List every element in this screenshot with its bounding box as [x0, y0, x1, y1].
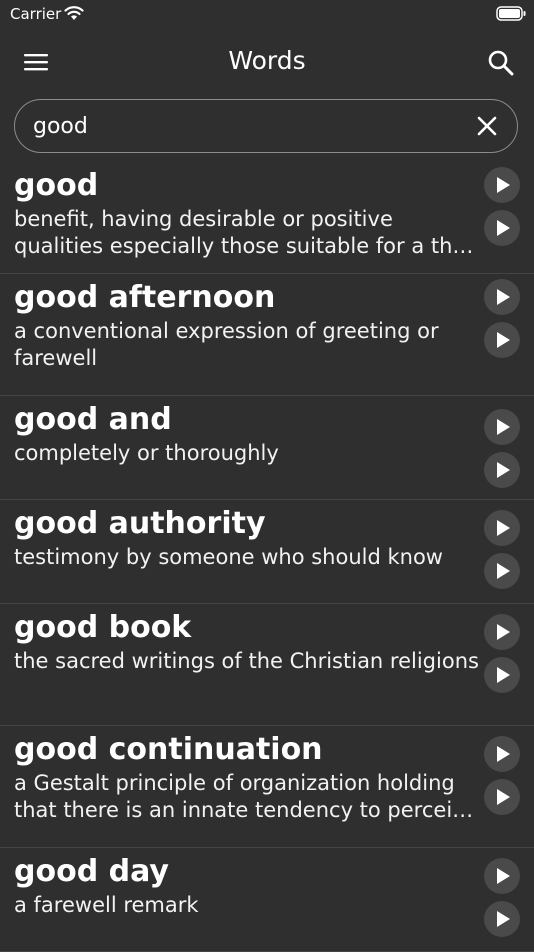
search-button[interactable] — [486, 48, 516, 78]
play-icon — [497, 177, 510, 193]
wifi-icon — [64, 5, 84, 25]
entry-word: good and — [14, 402, 172, 437]
entry-definition: completely or thoroughly — [14, 441, 279, 465]
search-icon — [488, 50, 514, 76]
battery-icon — [496, 6, 526, 26]
entry-word: good book — [14, 610, 192, 645]
play-definition-button[interactable] — [484, 779, 520, 815]
menu-button[interactable] — [22, 50, 50, 74]
play-icon — [497, 868, 510, 884]
play-icon — [497, 520, 510, 536]
play-icon — [497, 289, 510, 305]
play-word-button[interactable] — [484, 409, 520, 445]
play-definition-button[interactable] — [484, 901, 520, 937]
list-item[interactable]: good authority testimony by someone who … — [0, 500, 534, 604]
entry-word: good authority — [14, 506, 266, 541]
play-definition-button[interactable] — [484, 657, 520, 693]
play-definition-button[interactable] — [484, 322, 520, 358]
play-icon — [497, 746, 510, 762]
play-icon — [497, 667, 510, 683]
list-item[interactable]: good book the sacred writings of the Chr… — [0, 604, 534, 726]
entry-definition: the sacred writings of the Christian rel… — [14, 649, 479, 673]
play-word-button[interactable] — [484, 510, 520, 546]
entry-word: good continuation — [14, 732, 323, 767]
entry-definition: a conventional expression of greeting or… — [14, 319, 439, 370]
page-title: Words — [228, 46, 306, 75]
search-input[interactable] — [33, 110, 453, 142]
play-word-button[interactable] — [484, 279, 520, 315]
play-word-button[interactable] — [484, 736, 520, 772]
status-bar: Carrier — [0, 0, 534, 30]
entry-word: good afternoon — [14, 280, 276, 315]
list-item[interactable]: good benefit, having desirable or positi… — [0, 162, 534, 274]
play-word-button[interactable] — [484, 167, 520, 203]
search-field — [14, 99, 518, 153]
entry-word: good — [14, 168, 99, 203]
play-icon — [497, 419, 510, 435]
entry-definition: benefit, having desirable or positive qu… — [14, 207, 474, 258]
play-definition-button[interactable] — [484, 553, 520, 589]
entry-definition: a Gestalt principle of organization hold… — [14, 771, 474, 822]
play-word-button[interactable] — [484, 858, 520, 894]
nav-bar: Words — [0, 40, 534, 86]
entry-word: good day — [14, 854, 169, 889]
play-icon — [497, 220, 510, 236]
list-item[interactable]: good day a farewell remark — [0, 848, 534, 952]
entry-definition: testimony by someone who should know — [14, 545, 443, 569]
play-icon — [497, 789, 510, 805]
carrier-label: Carrier — [10, 5, 62, 23]
play-icon — [497, 563, 510, 579]
clear-search-button[interactable] — [475, 114, 499, 138]
play-icon — [497, 624, 510, 640]
play-definition-button[interactable] — [484, 452, 520, 488]
play-icon — [497, 462, 510, 478]
entry-definition: a farewell remark — [14, 893, 199, 917]
results-list: good benefit, having desirable or positi… — [0, 162, 534, 952]
list-item[interactable]: good afternoon a conventional expression… — [0, 274, 534, 396]
list-item[interactable]: good continuation a Gestalt principle of… — [0, 726, 534, 848]
close-icon — [477, 116, 497, 136]
play-icon — [497, 911, 510, 927]
play-icon — [497, 332, 510, 348]
list-item[interactable]: good and completely or thoroughly — [0, 396, 534, 500]
play-word-button[interactable] — [484, 614, 520, 650]
hamburger-icon — [24, 54, 48, 71]
play-definition-button[interactable] — [484, 210, 520, 246]
